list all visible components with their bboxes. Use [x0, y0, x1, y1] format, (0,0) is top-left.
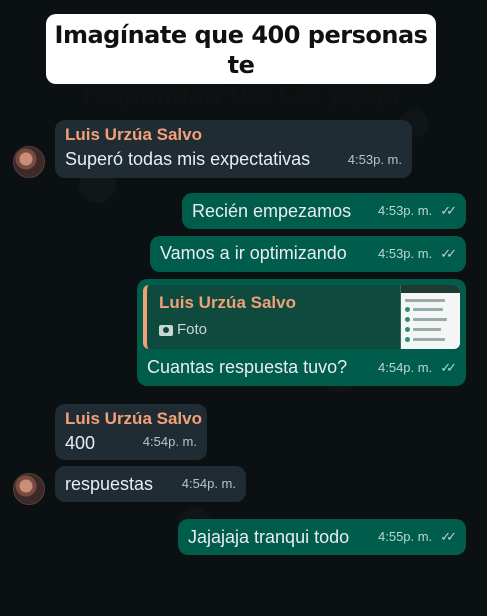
- message-text: 400: [65, 433, 96, 453]
- message-outgoing[interactable]: Recién empezamos 4:53p. m. ✓✓: [182, 193, 466, 229]
- double-check-icon: ✓✓: [440, 203, 457, 218]
- caption-line-2: respondan tus Cta jajaja: [81, 81, 401, 109]
- avatar[interactable]: [13, 473, 45, 505]
- message-time: 4:53p. m.: [347, 152, 402, 167]
- quoted-sender: Luis Urzúa Salvo: [159, 293, 296, 312]
- message-meta: 4:53p. m. ✓✓: [378, 243, 457, 265]
- quoted-type: Foto: [159, 319, 207, 341]
- message-incoming[interactable]: Luis Urzúa Salvo Superó todas mis expect…: [55, 120, 412, 178]
- message-time: 4:55p. m.: [378, 529, 433, 544]
- message-text: Jajajaja tranqui todo: [188, 527, 350, 547]
- message-meta: 4:55p. m. ✓✓: [378, 526, 457, 548]
- camera-icon: [159, 324, 173, 336]
- message-meta: 4:54p. m.: [143, 431, 197, 453]
- message-incoming[interactable]: respuestas 4:54p. m.: [55, 466, 246, 502]
- message-text: Cuantas respuesta tuvo?: [147, 357, 348, 377]
- sender-name: Luis Urzúa Salvo: [65, 409, 202, 428]
- message-meta: 4:53p. m.: [348, 149, 402, 171]
- message-text: respuestas: [65, 474, 154, 494]
- message-incoming[interactable]: Luis Urzúa Salvo 400 4:54p. m.: [55, 404, 207, 460]
- message-time: 4:54p. m.: [378, 360, 433, 375]
- message-meta: 4:54p. m.: [182, 473, 236, 495]
- message-time: 4:53p. m.: [378, 203, 433, 218]
- caption-overlay: Imagínate que 400 personas te respondan …: [46, 14, 436, 109]
- message-text: Vamos a ir optimizando: [160, 243, 347, 263]
- message-text: Superó todas mis expectativas: [65, 149, 311, 169]
- double-check-icon: ✓✓: [440, 360, 457, 375]
- double-check-icon: ✓✓: [440, 529, 457, 544]
- quoted-type-label: Foto: [177, 321, 208, 338]
- sender-name: Luis Urzúa Salvo: [65, 125, 202, 144]
- photo-thumbnail[interactable]: [400, 285, 460, 349]
- double-check-icon: ✓✓: [440, 246, 457, 261]
- message-time: 4:54p. m.: [181, 476, 236, 491]
- message-outgoing[interactable]: Vamos a ir optimizando 4:53p. m. ✓✓: [150, 236, 466, 272]
- avatar[interactable]: [13, 146, 45, 178]
- quoted-message[interactable]: Luis Urzúa Salvo Foto: [143, 285, 460, 349]
- caption-line-1: Imagínate que 400 personas te: [54, 21, 428, 79]
- message-meta: 4:53p. m. ✓✓: [378, 200, 457, 222]
- message-meta: 4:54p. m. ✓✓: [378, 357, 457, 379]
- message-outgoing-reply[interactable]: Luis Urzúa Salvo Foto Cuantas respuesta …: [137, 279, 466, 386]
- message-time: 4:54p. m.: [142, 434, 197, 449]
- message-text: Recién empezamos: [192, 201, 352, 221]
- message-outgoing[interactable]: Jajajaja tranqui todo 4:55p. m. ✓✓: [178, 519, 466, 555]
- message-time: 4:53p. m.: [378, 246, 433, 261]
